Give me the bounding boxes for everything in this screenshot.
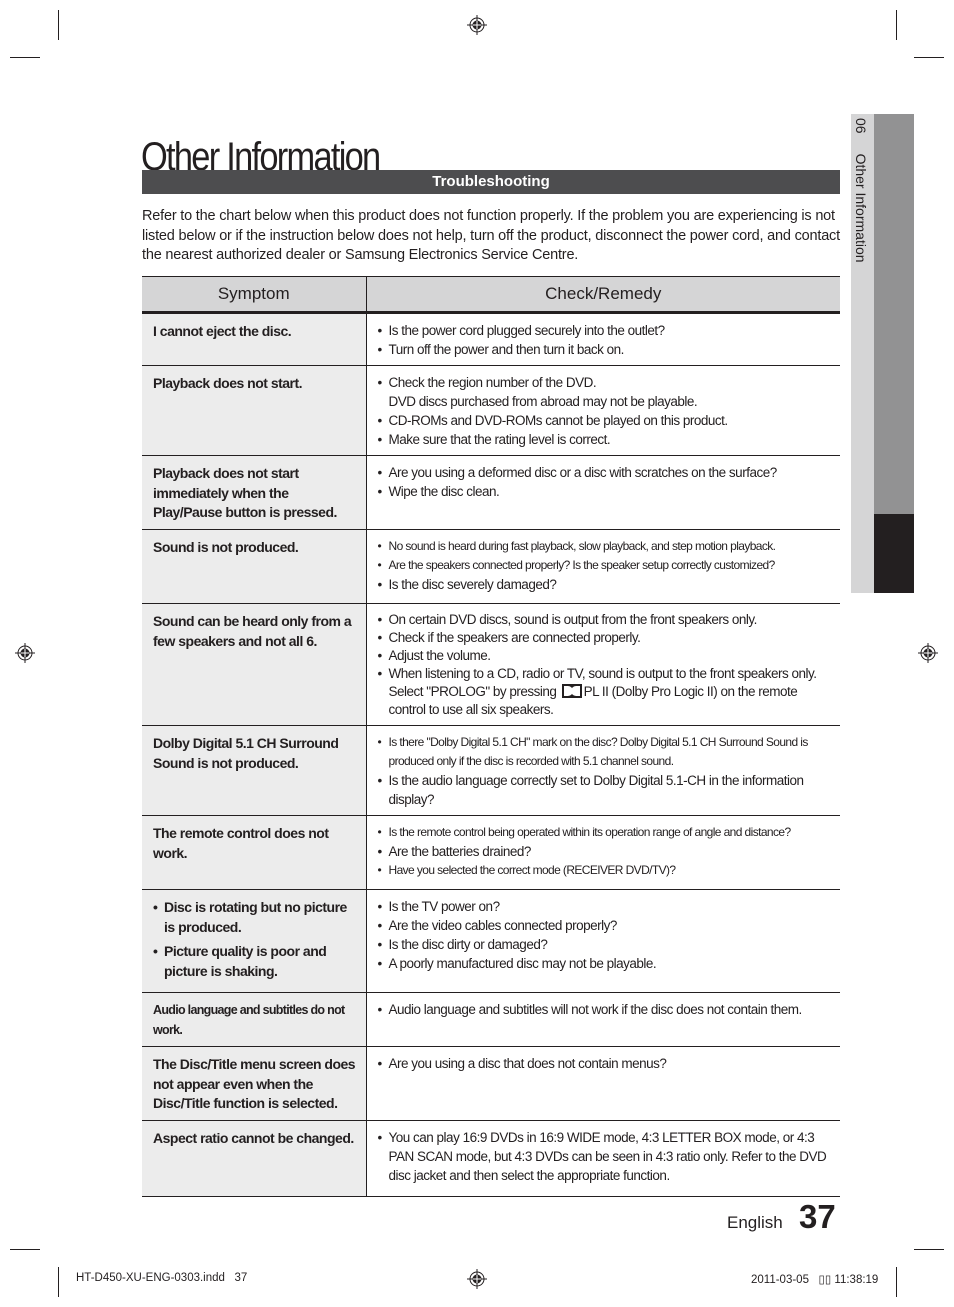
remedy-cell: No sound is heard during fast playback, … — [366, 529, 840, 604]
crop-mark — [914, 1249, 944, 1250]
chapter-name: Other Information — [853, 153, 869, 263]
remedy-item: Is the disc dirty or damaged? — [378, 935, 835, 954]
table-row: I cannot eject the disc. Is the power co… — [142, 312, 840, 366]
print-slug-filename: HT-D450-XU-ENG-0303.indd 37 — [76, 1272, 248, 1284]
symptom-item: Disc is rotating but no picture is produ… — [153, 898, 360, 937]
symptom-cell: Playback does not start immediately when… — [142, 455, 367, 530]
print-slug-timestamp: 2011-03-05 ▯▯ 11:38:19 — [751, 1274, 879, 1286]
remedy-item: Is the remote control being operated wit… — [378, 823, 835, 842]
remedy-item: When listening to a CD, radio or TV, sou… — [378, 665, 835, 719]
column-header-remedy: Check/Remedy — [366, 276, 840, 314]
remedy-item: Adjust the volume. — [378, 647, 835, 665]
remedy-cell: Are you using a deformed disc or a disc … — [366, 455, 840, 530]
chapter-tab-gray-band — [874, 114, 914, 514]
table-row: Aspect ratio cannot be changed. You can … — [142, 1120, 840, 1197]
dolby-double-d-icon — [561, 684, 582, 698]
remedy-item: Is the TV power on? — [378, 897, 835, 916]
remedy-item: Is the audio language correctly set to D… — [378, 771, 835, 809]
symptom-cell: Aspect ratio cannot be changed. — [142, 1120, 367, 1197]
crop-mark — [10, 1249, 40, 1250]
remedy-item: CD-ROMs and DVD-ROMs cannot be played on… — [378, 411, 835, 430]
remedy-text: When listening to a CD, radio or TV, sou… — [388, 666, 818, 681]
remedy-cell: You can play 16:9 DVDs in 16:9 WIDE mode… — [366, 1120, 840, 1197]
remedy-item: No sound is heard during fast playback, … — [378, 537, 835, 556]
crop-mark — [896, 10, 897, 40]
crop-mark — [58, 10, 59, 40]
remedy-item: Is the disc severely damaged? — [378, 575, 835, 594]
symptom-cell: Sound is not produced. — [142, 529, 367, 604]
remedy-item: On certain DVD discs, sound is output fr… — [378, 611, 835, 629]
remedy-item: Have you selected the correct mode (RECE… — [378, 861, 835, 880]
symptom-cell: Sound can be heard only from a few speak… — [142, 603, 367, 726]
column-header-symptom: Symptom — [142, 276, 367, 314]
table-header-row: Symptom Check/Remedy — [142, 276, 840, 314]
section-heading: Troubleshooting — [142, 170, 840, 194]
table-row: Playback does not start. Check the regio… — [142, 365, 840, 456]
remedy-cell: Is the power cord plugged securely into … — [366, 312, 840, 366]
table-row: The Disc/Title menu screen does not appe… — [142, 1046, 840, 1121]
symptom-cell: I cannot eject the disc. — [142, 312, 367, 366]
crop-mark — [914, 57, 944, 58]
remedy-cell: Is the remote control being operated wit… — [366, 815, 840, 890]
symptom-cell: Playback does not start. — [142, 365, 367, 456]
table-row: Audio language and subtitles do not work… — [142, 992, 840, 1047]
remedy-item: Are you using a disc that does not conta… — [378, 1054, 835, 1073]
remedy-cell: Check the region number of the DVD. DVD d… — [366, 365, 840, 456]
table-row: Sound is not produced. No sound is heard… — [142, 529, 840, 604]
symptom-cell: Disc is rotating but no picture is produ… — [142, 889, 367, 993]
registration-mark-icon — [918, 643, 938, 663]
chapter-number: 06 — [853, 118, 869, 134]
registration-mark-icon — [467, 1269, 487, 1289]
troubleshooting-table: Symptom Check/Remedy I cannot eject the … — [142, 276, 840, 1197]
table-row: Disc is rotating but no picture is produ… — [142, 889, 840, 993]
remedy-item: Is there "Dolby Digital 5.1 CH" mark on … — [378, 733, 835, 771]
remedy-item: Are the video cables connected properly? — [378, 916, 835, 935]
symptom-item: Picture quality is poor and picture is s… — [153, 942, 360, 981]
table-row: Sound can be heard only from a few speak… — [142, 603, 840, 726]
remedy-cell: On certain DVD discs, sound is output fr… — [366, 603, 840, 726]
remedy-cell: Is there "Dolby Digital 5.1 CH" mark on … — [366, 725, 840, 816]
symptom-cell: The remote control does not work. — [142, 815, 367, 890]
chapter-tab-dark-marker — [874, 514, 914, 593]
remedy-cell: Is the TV power on? Are the video cables… — [366, 889, 840, 993]
intro-paragraph: Refer to the chart below when this produ… — [142, 208, 840, 263]
remedy-item: A poorly manufactured disc may not be pl… — [378, 954, 835, 973]
remedy-item: Are the speakers connected properly? Is … — [378, 556, 835, 575]
page-number: 37 — [799, 1198, 836, 1235]
remedy-item: Are you using a deformed disc or a disc … — [378, 463, 835, 482]
remedy-item: You can play 16:9 DVDs in 16:9 WIDE mode… — [378, 1128, 835, 1185]
remedy-item: Check if the speakers are connected prop… — [378, 629, 835, 647]
crop-mark — [58, 1267, 59, 1297]
symptom-cell: The Disc/Title menu screen does not appe… — [142, 1046, 367, 1121]
remedy-continuation: DVD discs purchased from abroad may not … — [388, 394, 698, 409]
remedy-item: Make sure that the rating level is corre… — [378, 430, 835, 449]
registration-mark-icon — [467, 15, 487, 35]
remedy-item: Turn off the power and then turn it back… — [378, 340, 835, 359]
crop-mark — [896, 1267, 897, 1297]
footer-language: English — [727, 1213, 783, 1232]
table-row: The remote control does not work. Is the… — [142, 815, 840, 890]
crop-mark — [10, 57, 40, 58]
remedy-text: Select "PROLOG" by pressing — [388, 684, 557, 699]
remedy-text: Check the region number of the DVD. — [388, 375, 597, 390]
symptom-cell: Audio language and subtitles do not work… — [142, 992, 367, 1047]
remedy-cell: Audio language and subtitles will not wo… — [366, 992, 840, 1047]
table-row: Playback does not start immediately when… — [142, 455, 840, 530]
remedy-item: Audio language and subtitles will not wo… — [378, 1000, 835, 1019]
remedy-cell: Are you using a disc that does not conta… — [366, 1046, 840, 1121]
remedy-item: Wipe the disc clean. — [378, 482, 835, 501]
remedy-item: Are the batteries drained? — [378, 842, 835, 861]
table-row: Dolby Digital 5.1 CH Surround Sound is n… — [142, 725, 840, 816]
remedy-item: Is the power cord plugged securely into … — [378, 321, 835, 340]
chapter-tab-label: 06 Other Information — [853, 118, 869, 263]
remedy-item: Check the region number of the DVD. DVD d… — [378, 373, 835, 411]
registration-mark-icon — [15, 643, 35, 663]
symptom-cell: Dolby Digital 5.1 CH Surround Sound is n… — [142, 725, 367, 816]
